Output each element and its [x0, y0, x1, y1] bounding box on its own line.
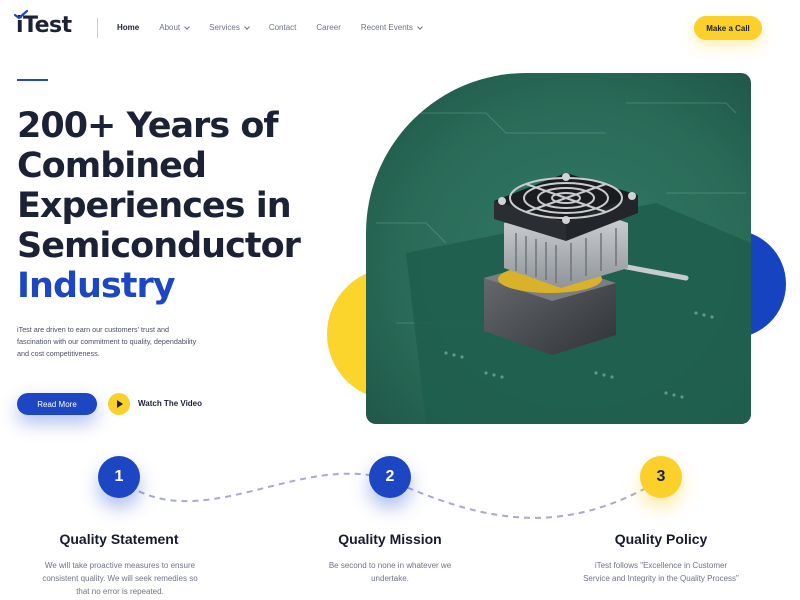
play-video-button[interactable] [108, 393, 130, 415]
hero-title-highlight: Industry [17, 266, 176, 306]
chevron-down-icon [184, 23, 190, 30]
chip-photo-illustration [366, 73, 751, 424]
chevron-down-icon [417, 23, 423, 30]
nav-item-home[interactable]: Home [117, 20, 139, 36]
read-more-button[interactable]: Read More [17, 393, 97, 415]
hero-description: iTest are driven to earn our customers' … [17, 325, 197, 358]
nav-item-career[interactable]: Career [316, 20, 340, 36]
accent-line [17, 79, 48, 81]
feature-title-quality-mission: Quality Mission [338, 531, 442, 547]
nav-item-label: Home [117, 23, 140, 32]
hero-title-line: Combined [17, 146, 207, 186]
feature-desc-quality-statement: We will take proactive measures to ensur… [42, 561, 198, 596]
feature-title-quality-policy: Quality Policy [614, 531, 708, 547]
nav-item-recent-events[interactable]: Recent Events [360, 20, 423, 36]
itest-logo[interactable]: iTest [14, 10, 72, 40]
hero-title-line: Experiences in [17, 186, 292, 226]
nav-item-about[interactable]: About [159, 20, 190, 36]
make-a-call-button[interactable]: Make a Call [694, 16, 762, 40]
feature-title-quality-statement: Quality Statement [59, 531, 179, 547]
chevron-down-icon [243, 23, 250, 30]
watch-video-link[interactable]: Watch The Video [138, 399, 202, 408]
step-number-1: 1 [98, 456, 140, 498]
play-icon [117, 400, 123, 408]
nav-item-label: About [159, 23, 181, 32]
hero-title-line: 200+ Years of [17, 106, 279, 146]
nav-item-label: Career [316, 23, 341, 32]
nav-item-label: Recent Events [360, 23, 413, 32]
hero-title-line: Semiconductor [17, 226, 301, 266]
step-number-3: 3 [640, 456, 682, 498]
header-divider [97, 18, 98, 38]
nav-item-label: Contact [268, 23, 297, 32]
main-nav: Home About Services Contact Career Recen… [117, 20, 442, 36]
hero-chip-image [366, 73, 751, 424]
checkmark-icon [14, 10, 28, 20]
feature-desc-quality-policy: iTest follows "Excellence in Customer Se… [583, 561, 739, 583]
nav-item-contact[interactable]: Contact [269, 20, 297, 36]
site-header: iTest Home About Services Contact Career… [0, 0, 800, 56]
feature-desc-quality-mission: Be second to none in whatever we underta… [328, 561, 452, 583]
nav-item-services[interactable]: Services [209, 20, 250, 36]
hero-title: 200+ Years of Combined Experiences in Se… [17, 106, 337, 306]
step-number-2: 2 [369, 456, 411, 498]
nav-item-label: Services [209, 23, 240, 32]
